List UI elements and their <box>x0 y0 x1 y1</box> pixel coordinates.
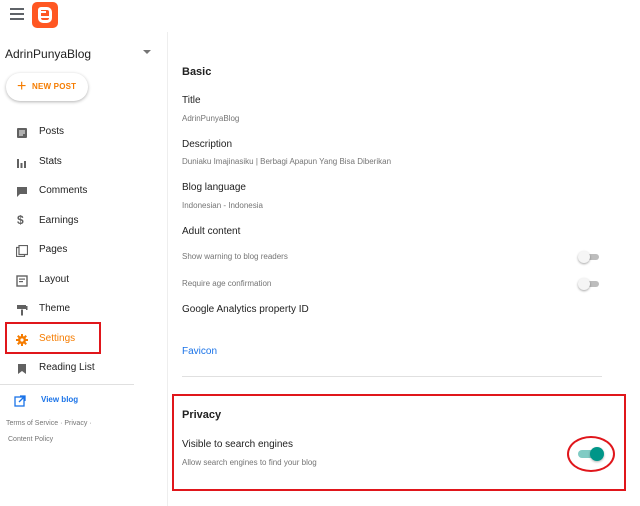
privacy-highlight-annotation <box>172 394 626 491</box>
sidebar-item-layout[interactable]: Layout <box>0 266 166 296</box>
sidebar-item-theme[interactable]: Theme <box>0 295 166 325</box>
sidebar-item-label: Earnings <box>39 214 79 226</box>
section-divider <box>182 376 602 377</box>
top-bar <box>0 0 640 32</box>
content-policy-link[interactable]: Content Policy <box>8 436 53 443</box>
sidebar: AdrinPunyaBlog + NEW POST Posts Stats Co… <box>0 32 166 506</box>
settings-highlight-annotation <box>5 322 101 354</box>
posts-icon <box>16 126 28 138</box>
plus-icon: + <box>17 78 27 95</box>
sidebar-item-earnings[interactable]: $ Earnings <box>0 207 166 237</box>
blogger-logo-icon[interactable] <box>32 2 58 28</box>
sidebar-item-label: Pages <box>39 244 68 255</box>
sidebar-item-label: Comments <box>39 185 88 196</box>
adult-content-label: Adult content <box>182 226 241 237</box>
privacy-link[interactable]: Privacy <box>64 420 87 427</box>
sidebar-item-label: Stats <box>39 155 62 167</box>
favicon-link[interactable]: Favicon <box>182 346 217 357</box>
description-label: Description <box>182 139 233 150</box>
sidebar-item-label: Theme <box>39 303 71 314</box>
description-value[interactable]: Duniaku Imajinasiku | Berbagi Apapun Yan… <box>182 157 391 166</box>
language-label: Blog language <box>182 182 246 193</box>
sidebar-divider <box>0 384 134 385</box>
caret-down-icon <box>143 50 151 54</box>
new-post-label: NEW POST <box>32 82 77 91</box>
analytics-label[interactable]: Google Analytics property ID <box>182 304 309 315</box>
paint-roller-icon <box>16 303 28 316</box>
show-warning-toggle[interactable] <box>578 251 600 263</box>
layout-icon <box>16 274 28 287</box>
footer-links: Terms of Service · Privacy · Content Pol… <box>6 416 92 448</box>
age-confirmation-toggle[interactable] <box>578 278 600 290</box>
show-warning-label: Show warning to blog readers <box>182 252 288 261</box>
footer-separator: · <box>60 420 63 427</box>
sidebar-item-label: Layout <box>39 273 70 285</box>
sidebar-item-comments[interactable]: Comments <box>0 177 166 207</box>
sidebar-item-label: Posts <box>39 126 65 137</box>
toggle-highlight-annotation <box>567 436 615 472</box>
language-value[interactable]: Indonesian - Indonesia <box>182 201 263 210</box>
comments-icon <box>16 185 28 197</box>
blog-name: AdrinPunyaBlog <box>5 47 92 61</box>
external-link-icon <box>14 394 26 412</box>
view-blog-label: View blog <box>41 395 79 404</box>
sidebar-item-stats[interactable]: Stats <box>0 148 166 178</box>
sidebar-item-reading-list[interactable]: Reading List <box>0 354 166 384</box>
sidebar-item-posts[interactable]: Posts <box>0 118 166 148</box>
footer-separator: · <box>89 420 92 427</box>
bookmark-icon <box>16 362 28 374</box>
basic-heading: Basic <box>182 66 212 78</box>
new-post-button[interactable]: + NEW POST <box>6 73 88 101</box>
content-divider <box>167 32 168 506</box>
age-confirmation-label: Require age confirmation <box>182 279 272 288</box>
pages-icon <box>15 244 29 258</box>
title-value[interactable]: AdrinPunyaBlog <box>182 114 239 123</box>
hamburger-menu-icon[interactable] <box>10 8 24 20</box>
title-label: Title <box>182 95 201 106</box>
sidebar-item-label: Reading List <box>39 362 95 373</box>
stats-icon <box>16 156 28 168</box>
terms-link[interactable]: Terms of Service <box>6 420 58 427</box>
blog-selector[interactable]: AdrinPunyaBlog <box>5 45 155 61</box>
sidebar-item-pages[interactable]: Pages <box>0 236 166 266</box>
dollar-icon: $ <box>17 212 24 227</box>
